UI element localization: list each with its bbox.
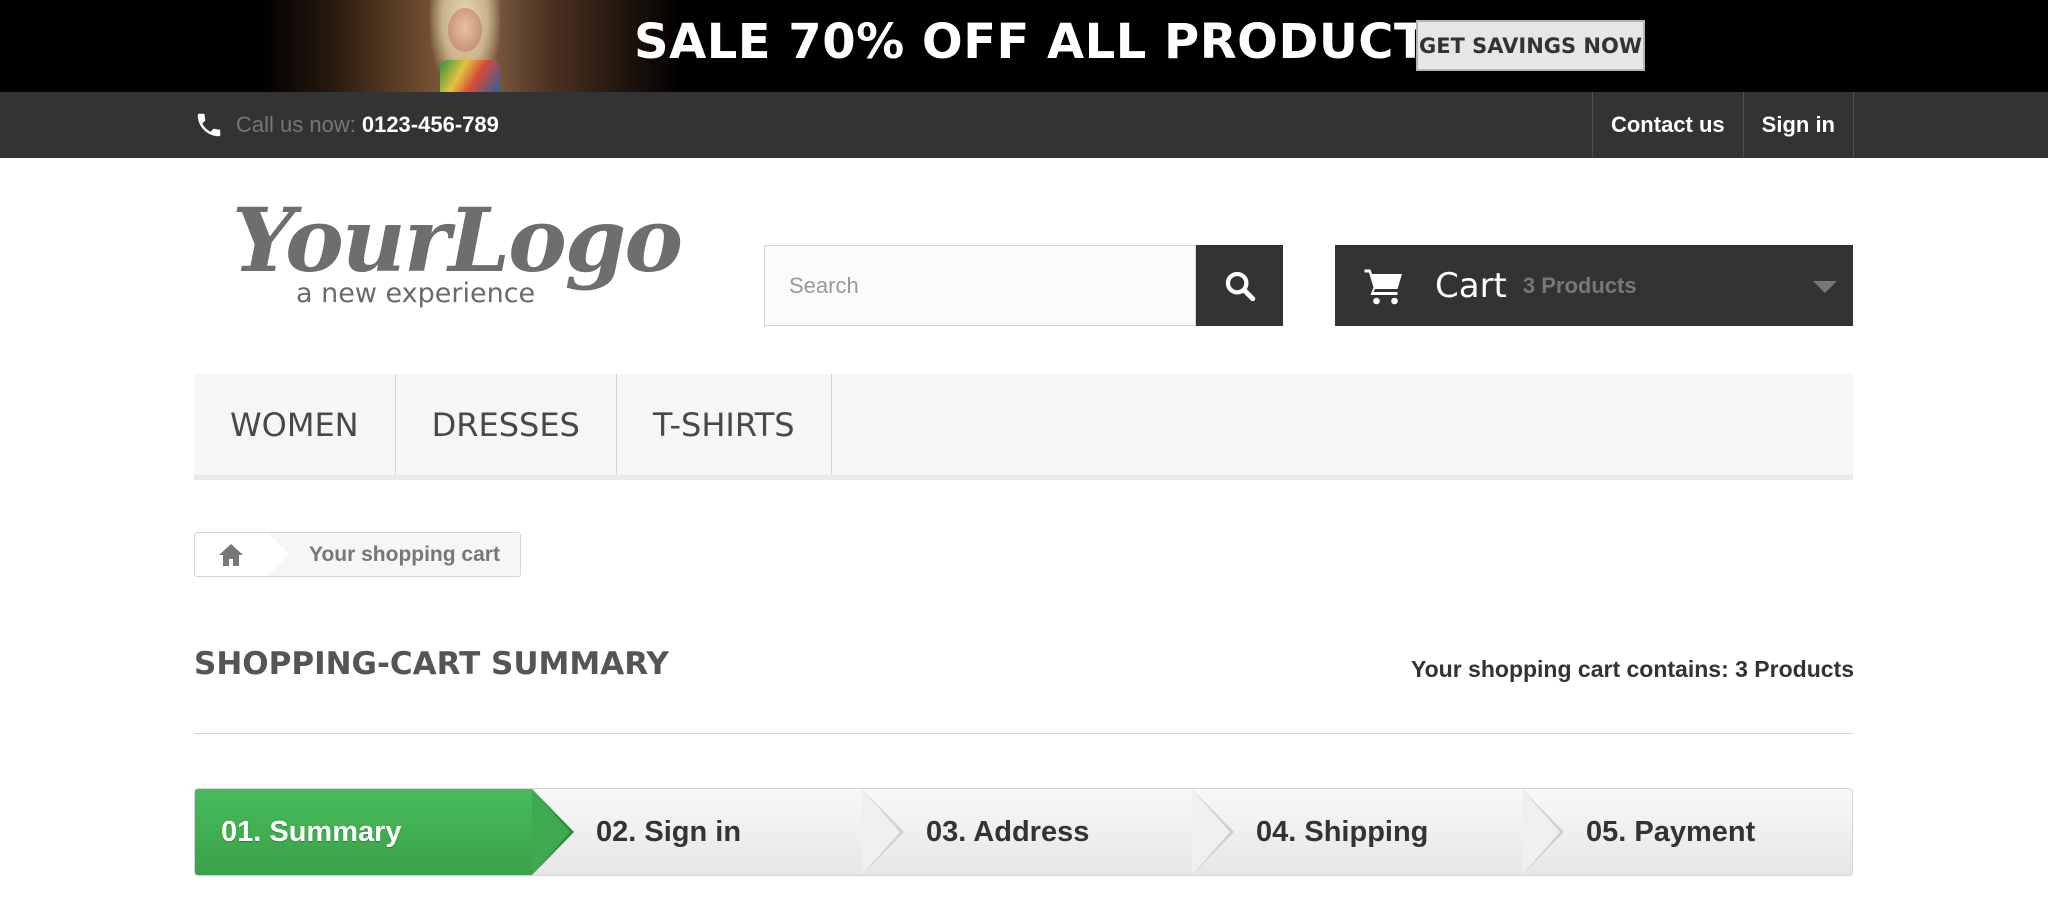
search-button[interactable] (1196, 245, 1283, 326)
search-form (764, 245, 1283, 326)
chevron-down-icon (1813, 281, 1837, 293)
shopping-cart-icon (1364, 269, 1402, 304)
get-savings-button[interactable]: GET SAVINGS NOW (1416, 20, 1645, 71)
checkout-steps: 01. Summary 02. Sign in 03. Address 04. … (194, 788, 1853, 876)
top-bar: Call us now: 0123-456-789 Contact us Sig… (0, 92, 2048, 158)
banner-model-image (260, 0, 680, 92)
cart-count: 3 Products (1522, 272, 1637, 298)
step-shipping[interactable]: 04. Shipping (1192, 789, 1564, 875)
phone-label: Call us now: (236, 112, 356, 137)
search-icon (1225, 271, 1255, 301)
step-address[interactable]: 03. Address (862, 789, 1234, 875)
banner-headline: SALE 70% OFF ALL PRODUCTS (634, 14, 1463, 70)
phone-number: 0123-456-789 (361, 112, 499, 137)
menu-item-dresses[interactable]: DRESSES (396, 374, 617, 475)
cart-dropdown[interactable]: Cart 3 Products (1335, 245, 1853, 326)
promo-banner[interactable]: SALE 70% OFF ALL PRODUCTS GET SAVINGS NO… (0, 0, 2048, 92)
sign-in-link[interactable]: Sign in (1744, 92, 1854, 158)
step-payment[interactable]: 05. Payment (1522, 789, 1852, 875)
step-summary[interactable]: 01. Summary (195, 789, 574, 875)
main-menu: WOMEN DRESSES T-SHIRTS (194, 374, 1853, 480)
menu-item-women[interactable]: WOMEN (194, 374, 396, 475)
store-logo[interactable]: YourLogo a new experience (232, 196, 683, 316)
step-sign-in[interactable]: 02. Sign in (532, 789, 904, 875)
menu-item-tshirts[interactable]: T-SHIRTS (617, 374, 832, 475)
phone-contact: Call us now: 0123-456-789 (194, 92, 499, 158)
breadcrumb: Your shopping cart (194, 532, 521, 577)
page-title: SHOPPING-CART SUMMARY (194, 646, 669, 682)
phone-icon (197, 113, 221, 137)
breadcrumb-current: Your shopping cart (309, 542, 500, 566)
cart-label: Cart (1435, 265, 1507, 306)
logo-tagline: a new experience (296, 278, 536, 309)
cart-summary-text: Your shopping cart contains: 3 Products (1410, 656, 1854, 682)
top-links: Contact us Sign in (1591, 92, 1854, 158)
home-icon (219, 543, 243, 566)
logo-wordmark: YourLogo (232, 188, 683, 292)
contact-us-link[interactable]: Contact us (1593, 92, 1744, 158)
divider (194, 733, 1853, 734)
breadcrumb-home[interactable] (195, 533, 289, 576)
search-input[interactable] (764, 245, 1196, 326)
